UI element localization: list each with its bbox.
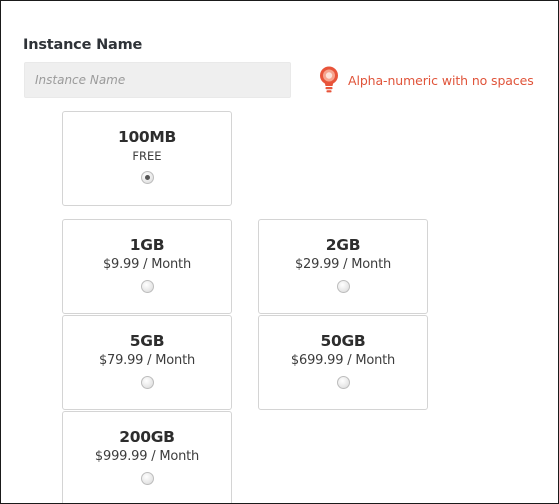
plan-size: 2GB bbox=[325, 236, 361, 254]
plan-size: 100MB bbox=[117, 128, 177, 146]
plan-radio[interactable] bbox=[140, 171, 154, 184]
plan-price: $29.99 / Month bbox=[294, 257, 392, 272]
plan-option-50gb[interactable]: 50GB $699.99 / Month bbox=[258, 315, 428, 410]
plan-radio[interactable] bbox=[336, 376, 350, 389]
plan-option-200gb[interactable]: 200GB $999.99 / Month bbox=[62, 411, 232, 503]
plan-radio[interactable] bbox=[140, 280, 154, 293]
plan-price: FREE bbox=[132, 149, 162, 163]
plan-size: 5GB bbox=[129, 332, 165, 350]
plan-radio[interactable] bbox=[140, 376, 154, 389]
plan-size: 1GB bbox=[129, 236, 165, 254]
plan-price: $999.99 / Month bbox=[94, 449, 200, 464]
plan-size: 50GB bbox=[320, 332, 366, 350]
plan-option-5gb[interactable]: 5GB $79.99 / Month bbox=[62, 315, 232, 410]
plan-option-1gb[interactable]: 1GB $9.99 / Month bbox=[62, 219, 232, 314]
instance-name-input[interactable] bbox=[24, 62, 291, 98]
plan-price: $79.99 / Month bbox=[98, 353, 196, 368]
plan-size: 200GB bbox=[119, 428, 175, 446]
plan-price: $699.99 / Month bbox=[290, 353, 396, 368]
plan-option-2gb[interactable]: 2GB $29.99 / Month bbox=[258, 219, 428, 314]
plan-option-100mb[interactable]: 100MB FREE bbox=[62, 111, 232, 206]
instance-name-hint: Alpha-numeric with no spaces bbox=[318, 65, 534, 95]
instance-form: Instance Name Alpha-numeric with no spac… bbox=[0, 0, 559, 504]
plan-radio[interactable] bbox=[336, 280, 350, 293]
instance-name-label: Instance Name bbox=[23, 37, 143, 53]
lightbulb-icon bbox=[318, 65, 340, 95]
hint-text: Alpha-numeric with no spaces bbox=[348, 72, 534, 88]
plan-radio[interactable] bbox=[140, 472, 154, 485]
plan-price: $9.99 / Month bbox=[102, 257, 191, 272]
